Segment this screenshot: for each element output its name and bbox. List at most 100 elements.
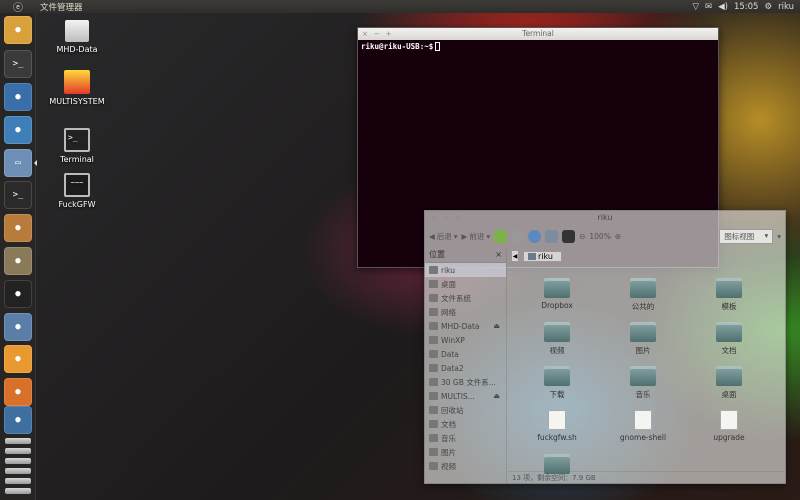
path-crumb-home[interactable]: riku	[523, 250, 562, 262]
ubuntu-logo-icon[interactable]: ⓔ	[0, 0, 36, 14]
folder-item[interactable]: 音乐	[608, 366, 678, 400]
launcher-tray-item[interactable]	[5, 488, 31, 494]
reload-icon[interactable]	[528, 229, 542, 243]
folder-item[interactable]: 公共的	[608, 278, 678, 312]
app-title: 文件管理器	[40, 2, 83, 13]
launcher-item-firefox[interactable]: ●	[4, 378, 32, 406]
sidebar-item[interactable]: 桌面	[425, 277, 506, 291]
up-arrow-icon[interactable]	[494, 229, 508, 243]
launcher-item-terminal[interactable]: >_	[4, 181, 32, 209]
desktop-icon-terminal[interactable]: >_ Terminal	[42, 128, 112, 164]
launcher-item-terminal-app[interactable]: >_	[4, 50, 32, 78]
path-back-arrow[interactable]: ◀	[511, 250, 519, 262]
place-icon	[429, 392, 438, 400]
minimize-icon[interactable]: −	[443, 211, 449, 225]
zoom-out-icon[interactable]: ⊖	[579, 232, 585, 241]
volume-icon[interactable]: ◀)	[718, 2, 728, 12]
launcher-item-inkscape[interactable]: ●	[4, 280, 32, 308]
sidebar-item-label: 文件系统	[441, 293, 471, 303]
eject-icon[interactable]: ⏏	[493, 392, 500, 400]
forward-button[interactable]: ▶ 前进 ▾	[462, 231, 491, 242]
folder-item[interactable]: 文档	[694, 322, 764, 356]
file-label: Dropbox	[541, 301, 573, 310]
sidebar-item[interactable]: riku	[425, 263, 506, 277]
sidebar-item[interactable]: 文档	[425, 417, 506, 431]
sidebar-item-label: 视频	[441, 461, 456, 471]
user-icon[interactable]: ⚙	[764, 2, 772, 12]
launcher-item-workspaces[interactable]: ●	[4, 406, 32, 434]
launcher-tray-item[interactable]	[5, 478, 31, 484]
indicator-area: ▽ ✉ ◀) 15:05 ⚙ riku	[692, 2, 800, 12]
launcher-tray-item[interactable]	[5, 448, 31, 454]
sidebar-item[interactable]: 网络	[425, 305, 506, 319]
launcher-item-thunderbird[interactable]: ●	[4, 83, 32, 111]
file-manager-titlebar[interactable]: × − + riku	[425, 211, 785, 225]
place-icon	[429, 462, 438, 470]
sidebar-item[interactable]: 音乐	[425, 431, 506, 445]
terminal-titlebar[interactable]: × − + Terminal	[358, 28, 718, 40]
file-item[interactable]: upgrade	[694, 410, 764, 442]
stop-icon[interactable]	[511, 229, 525, 243]
desktop-icon-multisystem[interactable]: MULTISYSTEM	[42, 70, 112, 106]
desktop-icon-fuckgfw[interactable]: ~~~ FuckGFW	[42, 173, 112, 209]
user-name[interactable]: riku	[778, 2, 794, 12]
sidebar-item[interactable]: 视频	[425, 459, 506, 473]
status-bar: 13 项，剩余空间：7.9 GB	[508, 471, 785, 483]
folder-icon	[716, 366, 742, 386]
path-bar: ◀ riku	[511, 249, 781, 263]
close-icon[interactable]: ×	[362, 28, 368, 40]
launcher-tray-item[interactable]	[5, 438, 31, 444]
zoom-in-icon[interactable]: ⊕	[615, 232, 621, 241]
close-icon[interactable]: ×	[495, 250, 502, 259]
launcher-tray-item[interactable]	[5, 468, 31, 474]
network-icon[interactable]: ▽	[692, 2, 699, 12]
clock[interactable]: 15:05	[734, 2, 759, 12]
launcher-item-chromium[interactable]: ●	[4, 16, 32, 44]
home-icon[interactable]	[545, 229, 559, 243]
view-mode-select[interactable]: 图标视图 ▾	[719, 228, 774, 244]
sidebar-item[interactable]: Data2	[425, 361, 506, 375]
minimize-icon[interactable]: −	[374, 28, 380, 40]
folder-item[interactable]: 视频	[522, 322, 592, 356]
launcher-item-dreamweaver-like[interactable]: ●	[4, 116, 32, 144]
file-label: 模板	[721, 302, 737, 311]
sidebar-item-label: 音乐	[441, 433, 456, 443]
folder-item[interactable]: 桌面	[694, 366, 764, 400]
eject-icon[interactable]: ⏏	[493, 322, 500, 330]
mail-indicator-icon[interactable]: ✉	[705, 2, 712, 12]
launcher-tray-item[interactable]	[5, 458, 31, 464]
sidebar-item[interactable]: 文件系统	[425, 291, 506, 305]
overflow-chevron-icon[interactable]: ▾	[777, 232, 781, 241]
back-button[interactable]: ◀ 后退 ▾	[429, 231, 458, 242]
folder-item[interactable]: 下载	[522, 366, 592, 400]
launcher-item-remote-desktop[interactable]: ●	[4, 313, 32, 341]
file-item[interactable]: fuckgfw.sh	[522, 410, 592, 442]
folder-item[interactable]: 图片	[608, 322, 678, 356]
file-item[interactable]: gnome-shell	[608, 410, 678, 442]
view-mode-label: 图标视图	[724, 231, 755, 241]
launcher-item-software-center[interactable]: ●	[4, 214, 32, 242]
maximize-icon[interactable]: +	[386, 28, 392, 40]
sidebar-item[interactable]: MHD-Data ⏏	[425, 319, 506, 333]
file-manager-window[interactable]: × − + riku ◀ 后退 ▾ ▶ 前进 ▾ ⊖ 100% ⊕ 图标视图 ▾…	[424, 210, 786, 484]
sidebar-item-label: Data	[441, 349, 459, 359]
computer-icon[interactable]	[562, 229, 576, 243]
launcher-item-media[interactable]: ●	[4, 345, 32, 373]
sidebar-item[interactable]: 30 GB 文件系...	[425, 375, 506, 389]
folder-item[interactable]: Dropbox	[522, 278, 592, 310]
sidebar-item[interactable]: MULTIS... ⏏	[425, 389, 506, 403]
folder-item[interactable]: 模板	[694, 278, 764, 312]
place-icon	[429, 336, 438, 344]
sidebar-item[interactable]: 图片	[425, 445, 506, 459]
sidebar-item[interactable]: 回收站	[425, 403, 506, 417]
close-icon[interactable]: ×	[431, 211, 437, 225]
desktop-icon-mhd-data[interactable]: MHD-Data	[42, 20, 112, 54]
sidebar-item[interactable]: WinXP	[425, 333, 506, 347]
maximize-icon[interactable]: +	[455, 211, 461, 225]
launcher-item-gimp[interactable]: ●	[4, 247, 32, 275]
terminal-prompt: riku@riku-USB:~$	[361, 42, 434, 51]
sidebar-item[interactable]: Data	[425, 347, 506, 361]
sidebar-header[interactable]: 位置 ×	[425, 247, 506, 263]
desktop-icon-label: MHD-Data	[56, 45, 98, 54]
launcher-item-files[interactable]: ▭	[4, 149, 32, 177]
